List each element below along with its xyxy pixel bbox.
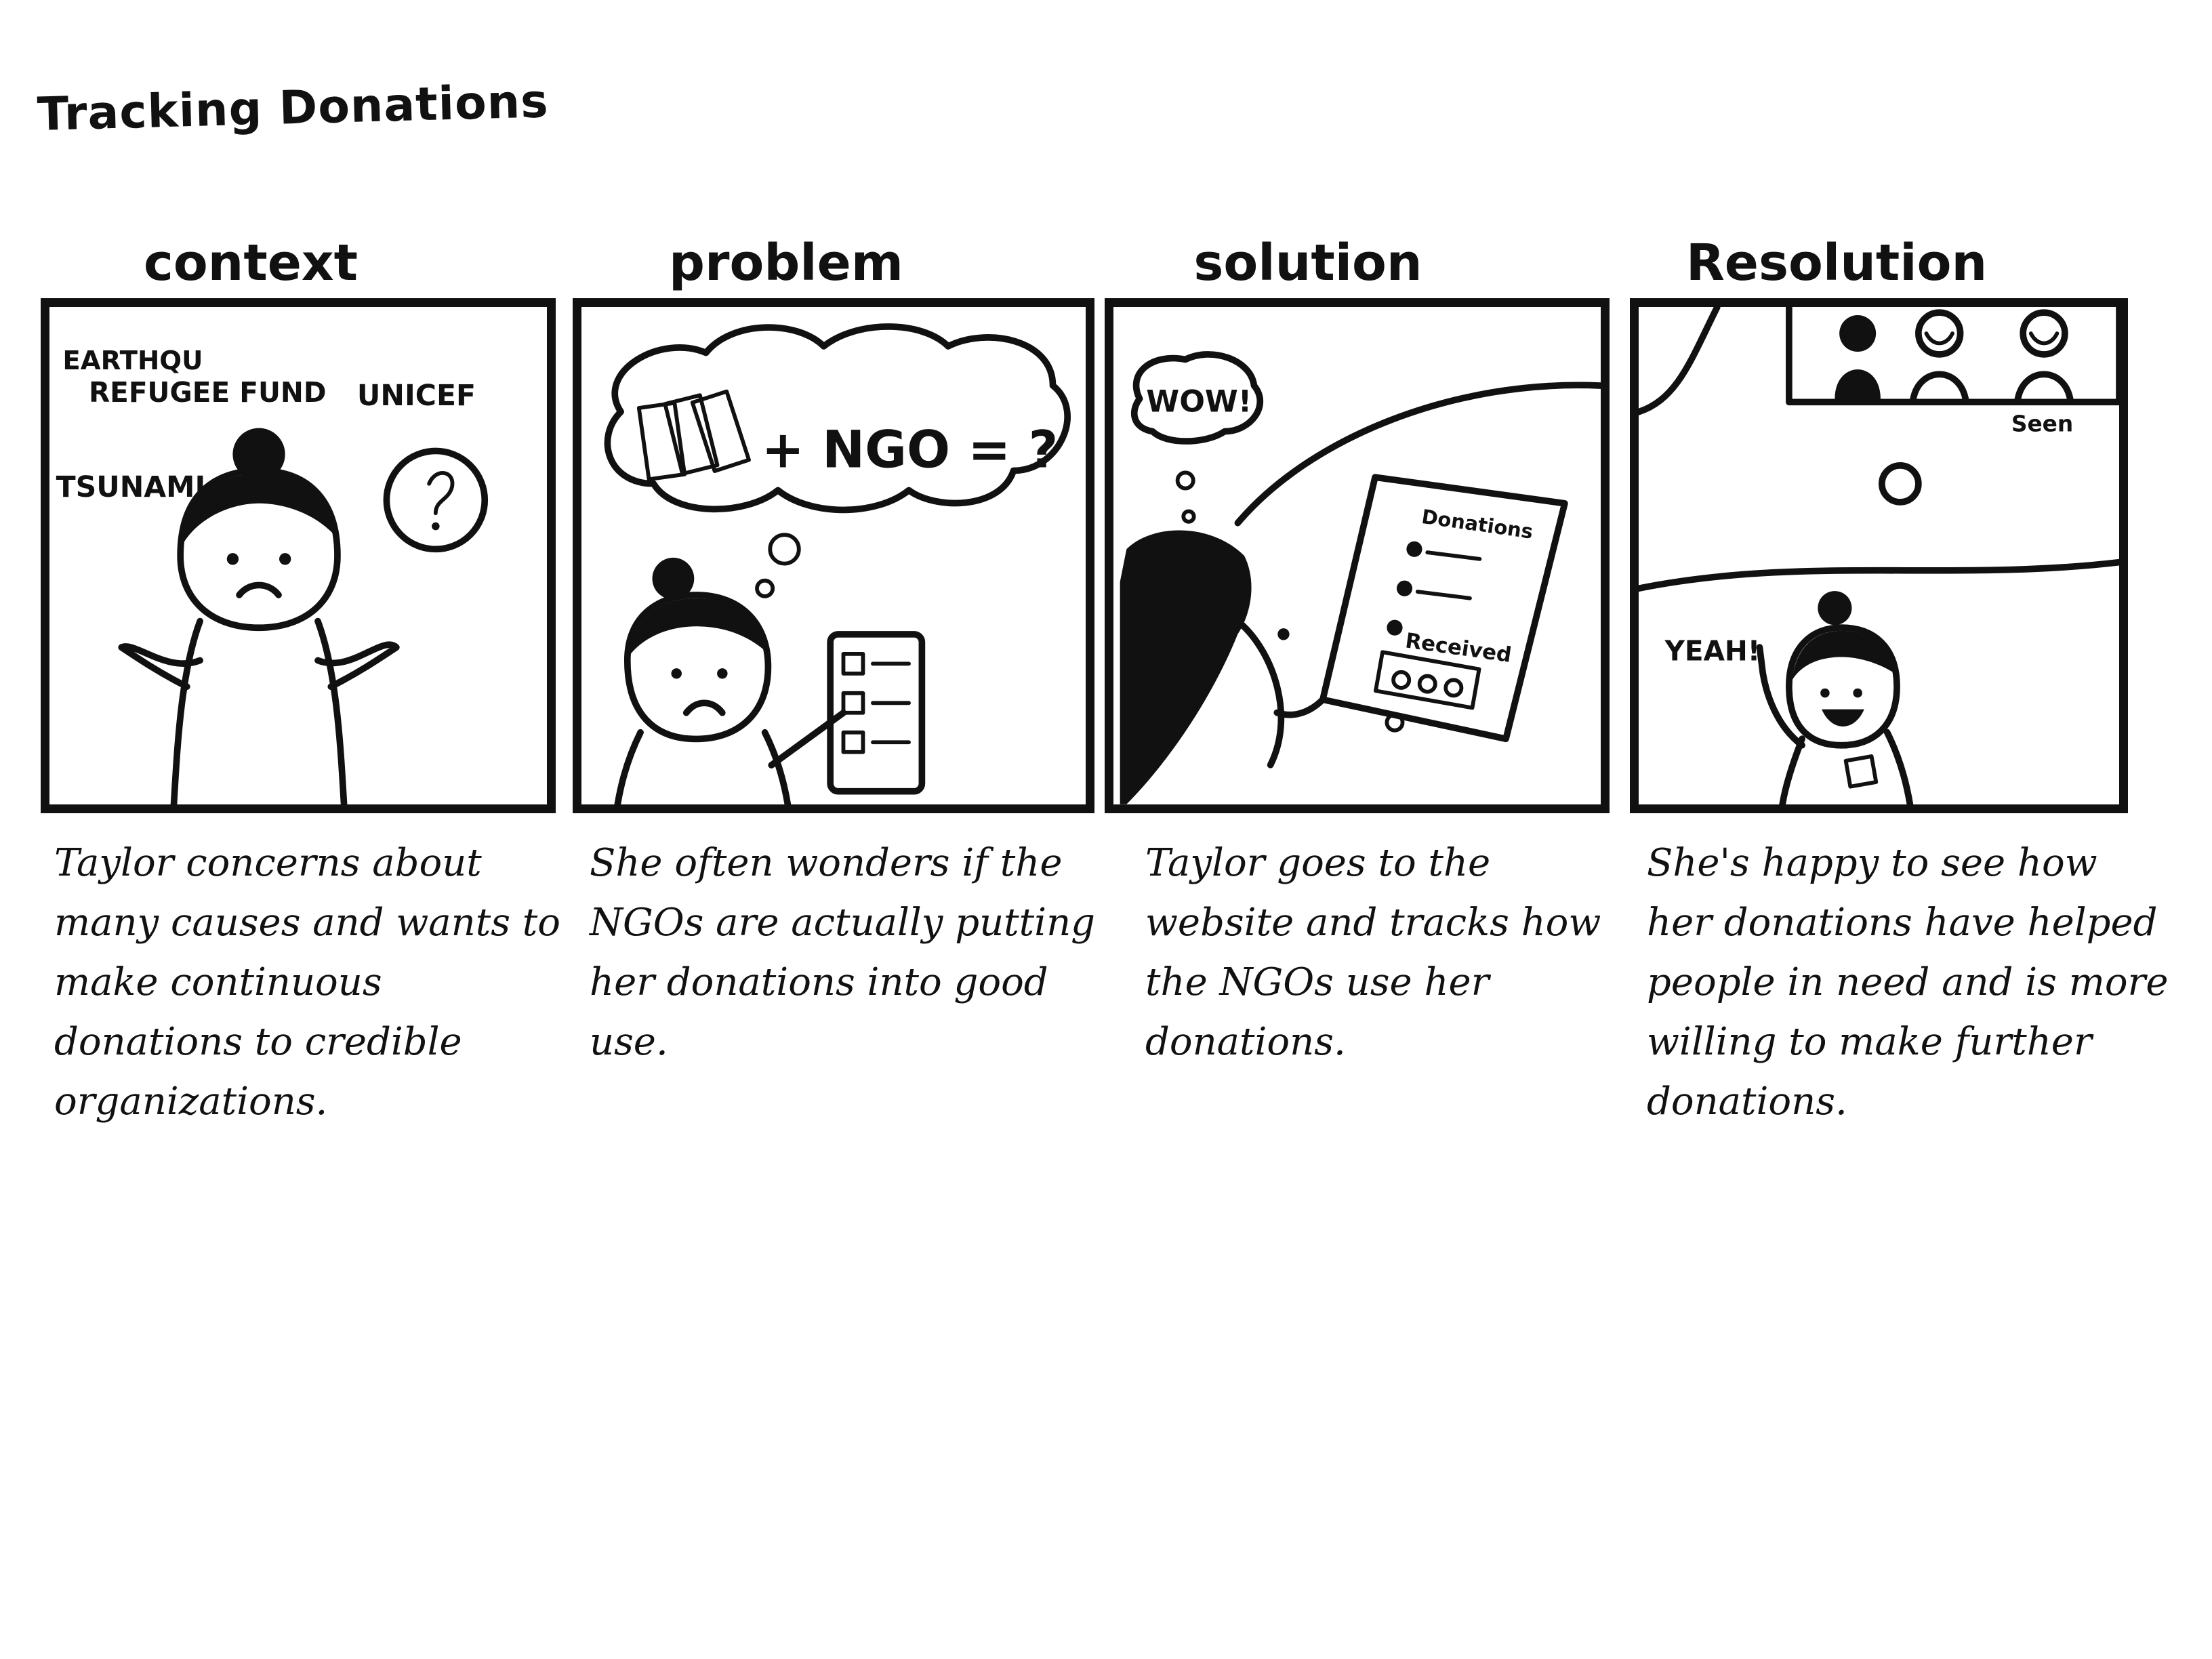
body-left <box>170 617 203 804</box>
raised-arm <box>1759 670 1805 749</box>
solution-illustration: WOW! Donations Received <box>1120 351 1601 804</box>
eye <box>1277 628 1290 640</box>
money-bill-2 <box>663 393 720 476</box>
hair <box>1120 530 1252 804</box>
device-edge-left <box>1639 307 1721 415</box>
device-home-button <box>1879 462 1922 506</box>
eye-left <box>226 553 239 565</box>
panel-heading-context: context <box>143 234 359 292</box>
problem-illustration: + NGO = ? <box>604 323 1071 804</box>
body-right <box>761 729 792 804</box>
body-left <box>1779 735 1805 804</box>
wow-text: WOW! <box>1146 385 1252 419</box>
panel-frame-context: EARTHQU REFUGEE FUND UNICEF TSUNAMI <box>41 298 556 813</box>
thought-bubble-small <box>755 578 775 598</box>
happy-mouth <box>1822 709 1864 727</box>
panel-frame-solution: WOW! Donations Received <box>1105 298 1610 813</box>
device-bottom-edge <box>1639 558 2119 592</box>
resolution-illustration: Seen YEAH! <box>1639 307 2119 804</box>
face-profile <box>1234 617 1285 769</box>
frown-mouth <box>236 581 282 598</box>
frown-mouth <box>682 699 726 716</box>
yeah-text: YEAH! <box>1664 634 1761 667</box>
panel-heading-resolution: Resolution <box>1685 234 1988 292</box>
received-label: Received <box>1404 628 1513 668</box>
hair-bun <box>1818 591 1852 626</box>
question-mark <box>427 471 455 516</box>
cause-label-refugee-fund: REFUGEE FUND <box>89 376 327 409</box>
equation-text: + NGO = ? <box>762 420 1059 480</box>
caption-resolution: She's happy to see how her donations hav… <box>1647 841 2169 1124</box>
body-right <box>1883 729 1914 804</box>
cause-label-tsunami: TSUNAMI <box>56 471 206 504</box>
pointing-finger <box>1756 644 1767 677</box>
panel-frame-problem: + NGO = ? <box>573 298 1094 813</box>
phone-in-hand <box>1843 754 1879 789</box>
panel-heading-problem: problem <box>669 234 903 292</box>
thought-circle <box>383 447 489 553</box>
page-title: Tracking Donations <box>36 75 550 142</box>
panel-frame-resolution: Seen YEAH! <box>1630 298 2128 813</box>
eye-right <box>279 553 291 565</box>
body-right <box>314 617 348 804</box>
cause-label-earthquake: EARTHQU <box>62 346 203 376</box>
context-illustration: EARTHQU REFUGEE FUND UNICEF TSUNAMI <box>56 346 489 804</box>
caption-solution: Taylor goes to the website and tracks ho… <box>1145 841 1601 1064</box>
money-bill-1 <box>636 401 687 482</box>
caption-context: Taylor concerns about many causes and wa… <box>54 841 560 1124</box>
donations-label: Donations <box>1420 505 1535 544</box>
caption-problem: She often wonders if the NGOs are actual… <box>590 841 1095 1064</box>
seen-label: Seen <box>2011 411 2073 437</box>
cause-label-unicef: UNICEF <box>357 380 476 413</box>
body-left <box>614 729 644 804</box>
panel-heading-solution: solution <box>1193 234 1422 292</box>
thought-bubble-large <box>768 533 801 566</box>
